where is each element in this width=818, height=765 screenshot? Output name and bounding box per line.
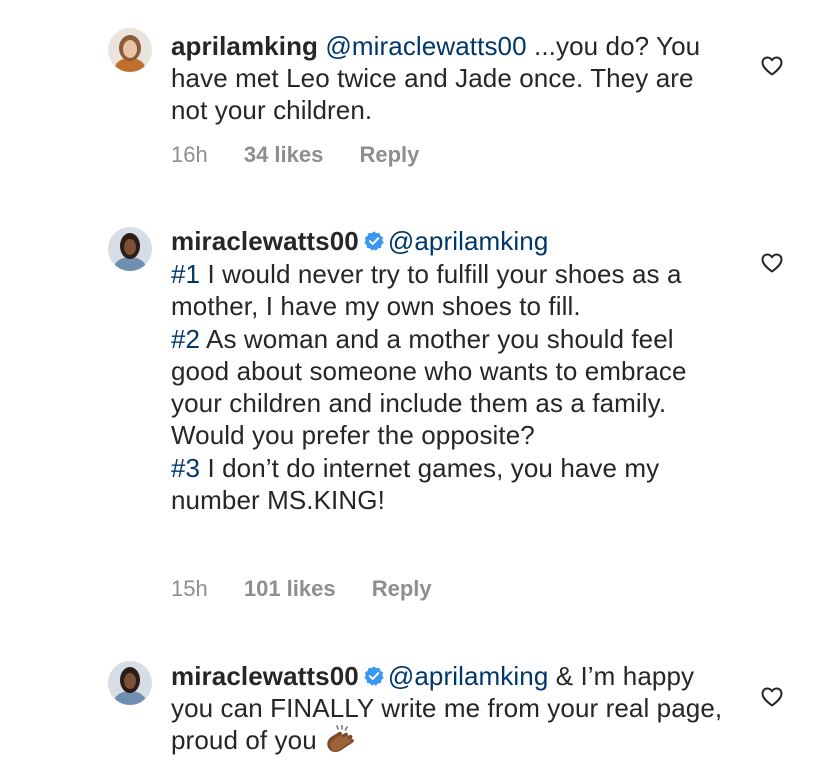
comment-paragraph-1: #1 I would never try to fulfill your sho… [171,258,731,322]
like-heart-icon[interactable] [760,251,784,275]
username[interactable]: miraclewatts00 [171,226,359,256]
reply-button[interactable]: Reply [359,142,419,167]
comment-paragraph-3: #3 I don’t do internet games, you have m… [171,452,731,516]
like-heart-icon[interactable] [760,685,784,709]
comment-meta: 16h 34 likes Reply [171,142,449,168]
reply-button[interactable]: Reply [372,576,432,601]
avatar-photo-icon [108,28,152,72]
username[interactable]: miraclewatts00 [171,661,359,691]
mention-link[interactable]: @aprilamking [388,661,549,691]
like-heart-icon[interactable] [760,54,784,78]
comment-text: miraclewatts00 @aprilamking & I’m happy y… [171,660,731,756]
comment-meta: 15h 101 likes Reply [171,576,462,602]
user-avatar[interactable] [108,28,152,72]
verified-badge-icon [364,231,384,251]
paragraph-text: I would never try to fulfill your shoes … [171,259,682,321]
hashtag-link[interactable]: #1 [171,259,200,289]
comment-text: aprilamking @miraclewatts00 ...you do? Y… [171,30,731,126]
hashtag-link[interactable]: #2 [171,324,200,354]
clapping-hands-icon [327,725,354,752]
mention-link[interactable]: @aprilamking [388,226,549,256]
user-avatar[interactable] [108,661,152,705]
verified-badge-icon [364,666,384,686]
hashtag-link[interactable]: #3 [171,453,200,483]
timestamp: 16h [171,142,208,167]
comment-text: miraclewatts00 @aprilamking #1 I would ne… [171,225,731,516]
avatar-photo-icon [108,227,152,271]
username[interactable]: aprilamking [171,31,318,61]
comment-paragraph-2: #2 As woman and a mother you should feel… [171,323,731,451]
paragraph-text: As woman and a mother you should feel go… [171,324,687,450]
likes-count[interactable]: 34 likes [244,142,324,167]
timestamp: 15h [171,576,208,601]
mention-link[interactable]: @miraclewatts00 [325,31,526,61]
avatar-photo-icon [108,661,152,705]
user-avatar[interactable] [108,227,152,271]
paragraph-text: I don’t do internet games, you have my n… [171,453,660,515]
likes-count[interactable]: 101 likes [244,576,336,601]
